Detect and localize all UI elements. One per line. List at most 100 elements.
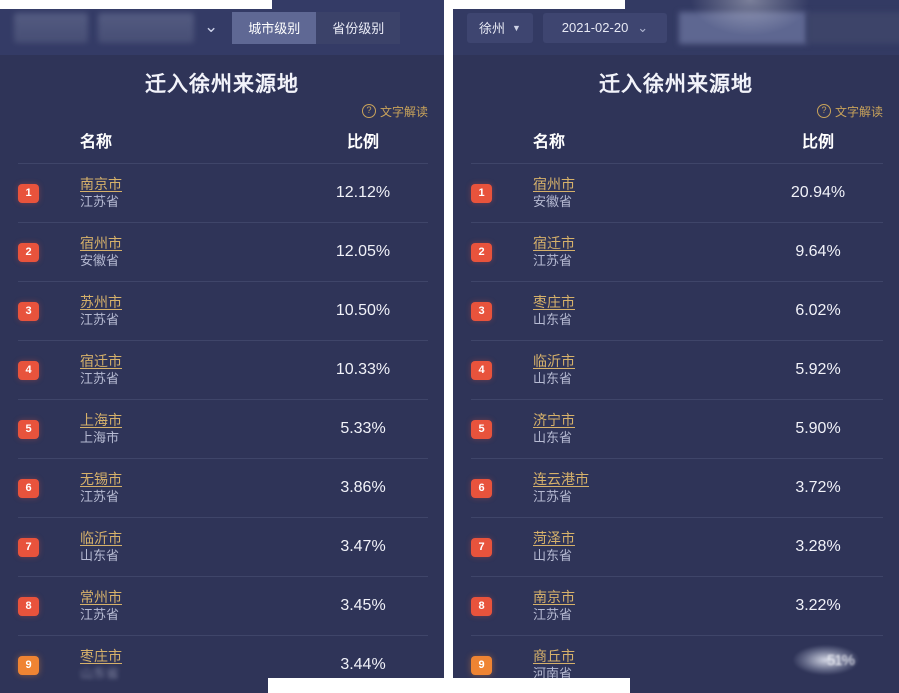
city-select[interactable]: 徐州 ▼ xyxy=(467,12,533,43)
tab-province-level[interactable]: 省份级别 xyxy=(316,11,401,44)
city-link[interactable]: 枣庄市 xyxy=(80,648,122,666)
table-row[interactable]: 4 宿迁市 江苏省 10.33% xyxy=(18,340,428,399)
province-label: 山东省 xyxy=(533,429,573,445)
rank-cell: 3 xyxy=(471,301,513,321)
rank-badge: 3 xyxy=(471,301,492,321)
city-link[interactable]: 宿州市 xyxy=(80,235,122,253)
left-table-header: 名称 比例 xyxy=(18,120,428,163)
table-row[interactable]: 5 济宁市 山东省 5.90% xyxy=(471,399,883,458)
province-label: 山东省 xyxy=(80,547,120,563)
rank-badge: 9 xyxy=(471,655,492,675)
table-row[interactable]: 8 南京市 江苏省 3.22% xyxy=(471,576,883,635)
rank-cell: 8 xyxy=(18,596,60,616)
header-name: 名称 xyxy=(80,134,113,151)
name-cell: 宿迁市 江苏省 xyxy=(60,353,298,388)
city-link[interactable]: 南京市 xyxy=(80,176,122,194)
city-link[interactable]: 宿州市 xyxy=(533,176,575,194)
table-row[interactable]: 3 苏州市 江苏省 10.50% xyxy=(18,281,428,340)
city-link[interactable]: 宿迁市 xyxy=(533,235,575,253)
value-cell: 5.92% xyxy=(795,361,841,378)
obscured-dropdown-1[interactable] xyxy=(14,12,88,43)
city-link[interactable]: 枣庄市 xyxy=(533,294,575,312)
name-cell: 无锡市 江苏省 xyxy=(60,471,298,506)
rank-badge: 1 xyxy=(18,183,39,203)
rank-badge: 1 xyxy=(471,183,492,203)
table-row[interactable]: 1 南京市 江苏省 12.12% xyxy=(18,163,428,222)
city-link[interactable]: 无锡市 xyxy=(80,471,122,489)
rank-cell: 4 xyxy=(18,360,60,380)
rank-cell: 9 xyxy=(471,655,513,675)
right-table-header: 名称 比例 xyxy=(471,120,883,163)
city-link[interactable]: 南京市 xyxy=(533,589,575,607)
rank-cell: 2 xyxy=(471,242,513,262)
name-cell: 枣庄市 山东省 xyxy=(513,294,753,329)
table-row[interactable]: 5 上海市 上海市 5.33% xyxy=(18,399,428,458)
table-row[interactable]: 4 临沂市 山东省 5.92% xyxy=(471,340,883,399)
right-table: 名称 比例 1 宿州市 安徽省 20.94% 2 宿迁市 江苏省 9.64% 3… xyxy=(453,120,899,693)
caret-down-icon: ▼ xyxy=(512,22,521,33)
city-link[interactable]: 常州市 xyxy=(80,589,122,607)
table-row[interactable]: 8 常州市 江苏省 3.45% xyxy=(18,576,428,635)
city-link[interactable]: 商丘市 xyxy=(533,648,575,666)
capture-overlay-bottom xyxy=(268,678,630,693)
question-mark-icon: ? xyxy=(361,104,376,118)
name-cell: 菏泽市 山东省 xyxy=(513,530,753,565)
tab-city-level[interactable]: 城市级别 xyxy=(232,11,317,44)
table-row[interactable]: 1 宿州市 安徽省 20.94% xyxy=(471,163,883,222)
table-row[interactable]: 6 连云港市 江苏省 3.72% xyxy=(471,458,883,517)
city-link[interactable]: 上海市 xyxy=(80,412,122,430)
right-card: 迁入徐州来源地 ? 文字解读 xyxy=(453,55,899,120)
name-cell: 南京市 江苏省 xyxy=(513,589,753,624)
left-panel: ⌄ 城市级别 省份级别 迁入徐州来源地 ? 文字解读 名称 比例 1 南京市 江… xyxy=(0,0,444,693)
left-card: 迁入徐州来源地 ? 文字解读 xyxy=(0,55,444,120)
capture-overlay-top-left xyxy=(0,0,272,9)
capture-overlay-top-right xyxy=(450,0,625,9)
province-label: 江苏省 xyxy=(533,252,573,268)
text-explanation-link[interactable]: ? 文字解读 xyxy=(816,103,883,120)
text-explanation-link[interactable]: ? 文字解读 xyxy=(361,103,428,120)
province-label: 江苏省 xyxy=(80,311,120,327)
province-label: 山东省 xyxy=(533,311,573,327)
table-row[interactable]: 3 枣庄市 山东省 6.02% xyxy=(471,281,883,340)
city-select-label: 徐州 xyxy=(479,21,506,36)
table-row[interactable]: 6 无锡市 江苏省 3.86% xyxy=(18,458,428,517)
value-cell: 12.05% xyxy=(335,243,391,260)
name-cell: 宿迁市 江苏省 xyxy=(513,235,753,270)
obscured-dropdown-2[interactable] xyxy=(98,12,194,43)
obscured-value-text: 51% xyxy=(826,652,855,669)
rank-badge: 6 xyxy=(471,478,492,498)
city-link[interactable]: 宿迁市 xyxy=(80,353,122,371)
value-cell: 3.45% xyxy=(340,597,386,614)
province-label: 江苏省 xyxy=(80,193,120,209)
city-link[interactable]: 济宁市 xyxy=(533,412,575,430)
rank-cell: 7 xyxy=(471,537,513,557)
date-select[interactable]: 2021-02-20 ⌄ xyxy=(543,12,667,43)
table-row[interactable]: 2 宿迁市 江苏省 9.64% xyxy=(471,222,883,281)
value-cell: 10.33% xyxy=(335,361,391,378)
tab-obscured-1[interactable] xyxy=(679,11,807,44)
city-link[interactable]: 连云港市 xyxy=(533,471,589,489)
city-link[interactable]: 临沂市 xyxy=(80,530,122,548)
city-link[interactable]: 菏泽市 xyxy=(533,530,575,548)
rank-cell: 1 xyxy=(18,183,60,203)
city-link[interactable]: 苏州市 xyxy=(80,294,122,312)
rank-badge: 5 xyxy=(471,419,492,439)
province-label: 江苏省 xyxy=(80,370,120,386)
value-cell: 3.47% xyxy=(340,538,386,555)
city-link[interactable]: 临沂市 xyxy=(533,353,575,371)
table-row[interactable]: 2 宿州市 安徽省 12.05% xyxy=(18,222,428,281)
table-row[interactable]: 7 菏泽市 山东省 3.28% xyxy=(471,517,883,576)
table-row[interactable]: 7 临沂市 山东省 3.47% xyxy=(18,517,428,576)
panel-divider xyxy=(444,0,453,693)
left-help-row: ? 文字解读 xyxy=(14,102,430,120)
chevron-down-icon[interactable]: ⌄ xyxy=(204,18,218,35)
tab-obscured-2[interactable] xyxy=(807,11,899,44)
date-select-label: 2021-02-20 xyxy=(561,20,629,35)
header-name: 名称 xyxy=(533,134,566,151)
right-tab-group xyxy=(679,11,899,44)
province-label: 安徽省 xyxy=(533,193,573,209)
rank-badge: 2 xyxy=(471,242,492,262)
left-page-title: 迁入徐州来源地 xyxy=(145,73,299,96)
value-cell: 51% xyxy=(753,656,883,674)
name-cell: 常州市 江苏省 xyxy=(60,589,298,624)
